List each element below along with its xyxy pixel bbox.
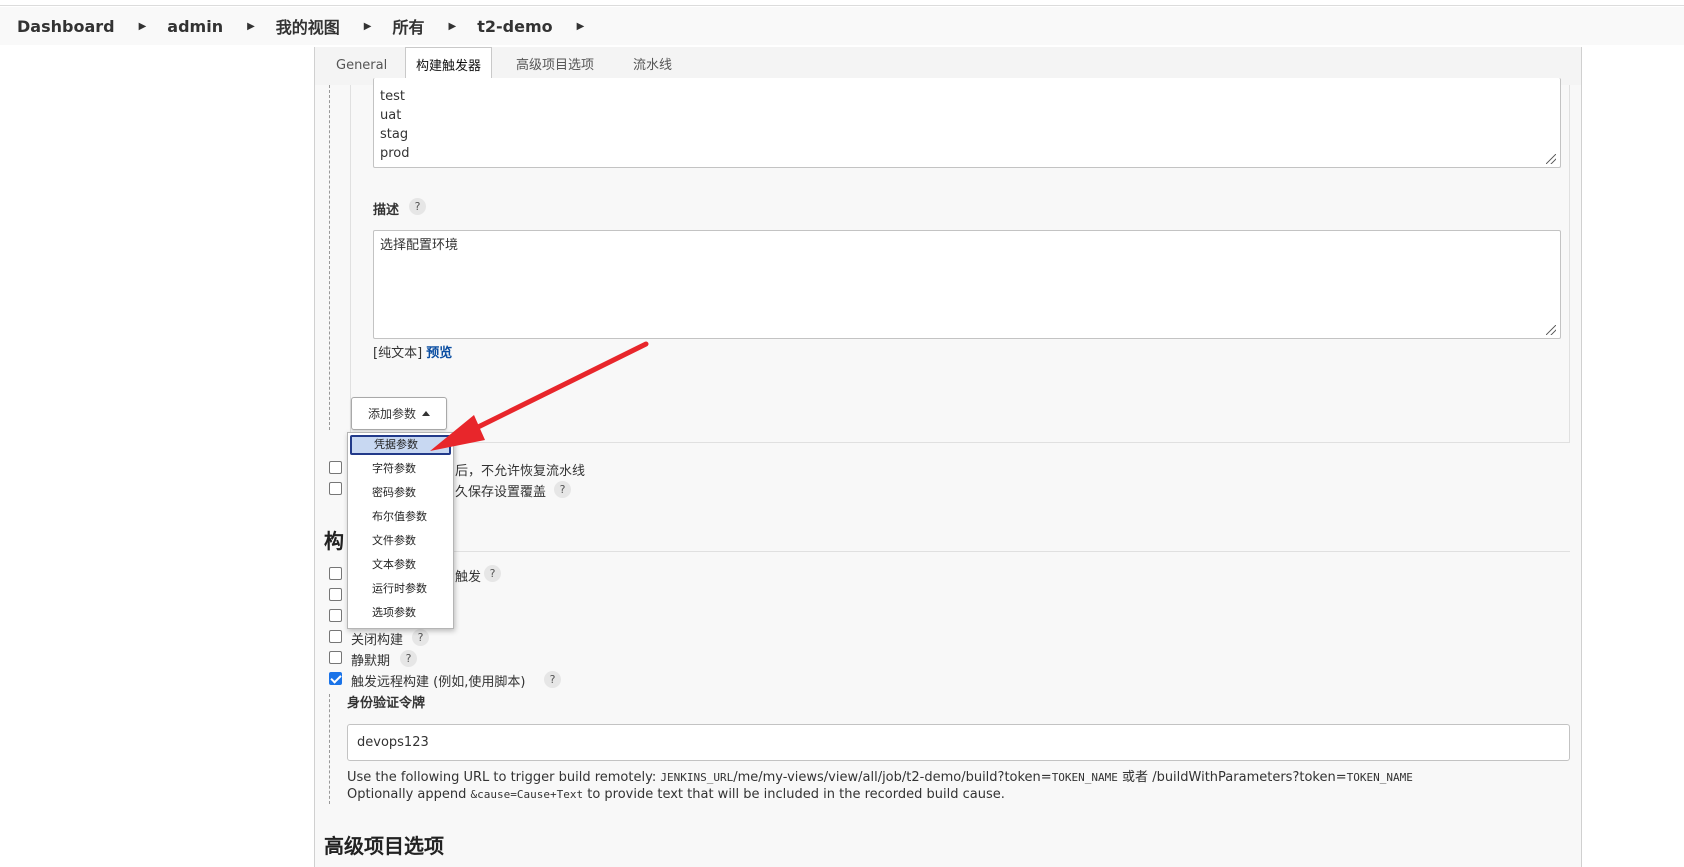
remote-url-help: Use the following URL to trigger build r… (347, 766, 1413, 785)
quiet-period-checkbox[interactable] (329, 651, 342, 664)
description-label: 描述 (373, 203, 400, 218)
add-parameter-button[interactable]: 添加参数 (351, 397, 447, 430)
url-token-alt: TOKEN_NAME (1346, 771, 1413, 784)
description-format: [纯文本] 预览 (373, 342, 452, 361)
url-alt: /buildWithParameters?token= (1152, 770, 1347, 785)
menu-item-text-param[interactable]: 文本参数 (350, 555, 451, 575)
durability-override-checkbox[interactable] (329, 482, 342, 495)
resize-grip-icon[interactable] (1546, 325, 1556, 335)
disable-build-label: 关闭构建 (351, 633, 404, 648)
resize-grip-icon[interactable] (1546, 154, 1556, 164)
trigger-checkbox-3[interactable] (329, 609, 342, 622)
breadcrumb-admin[interactable]: admin (167, 17, 223, 36)
breadcrumb-all[interactable]: 所有 (393, 14, 425, 38)
description-textarea[interactable]: 选择配置环境 (373, 230, 1561, 339)
help-icon[interactable]: ? (412, 629, 429, 646)
durability-override-label: 久保存设置覆盖 (455, 485, 547, 500)
cause-suffix: to provide text that will be included in… (583, 787, 1005, 802)
chevron-right-icon[interactable]: ▶ (139, 21, 147, 32)
add-parameter-menu: 凭据参数 字符参数 密码参数 布尔值参数 文件参数 文本参数 运行时参数 选项参… (347, 432, 454, 629)
cause-code: &cause=Cause+Text (470, 788, 584, 801)
url-path: /me/my-views/view/all/job/t2-demo/build?… (733, 770, 1052, 785)
auth-token-input[interactable]: devops123 (347, 724, 1570, 761)
caret-up-icon (422, 411, 430, 416)
trigger-label-1: 触发 (455, 570, 482, 585)
cause-prefix: Optionally append (347, 787, 471, 802)
auth-token-label: 身份验证令牌 (347, 696, 426, 711)
section-divider (452, 551, 1570, 552)
menu-item-boolean-param[interactable]: 布尔值参数 (350, 507, 451, 527)
help-icon[interactable]: ? (554, 481, 571, 498)
menu-item-file-param[interactable]: 文件参数 (350, 531, 451, 551)
trigger-checkbox-2[interactable] (329, 588, 342, 601)
chevron-right-icon[interactable]: ▶ (449, 21, 457, 32)
advanced-options-title: 高级项目选项 (324, 834, 444, 858)
do-not-allow-resume-label: 后，不允许恢复流水线 (455, 464, 586, 479)
menu-item-choice-param[interactable]: 选项参数 (350, 603, 451, 623)
preview-link[interactable]: 预览 (426, 346, 452, 361)
format-label: [纯文本] (373, 346, 423, 361)
chevron-right-icon[interactable]: ▶ (577, 21, 585, 32)
menu-item-string-param[interactable]: 字符参数 (350, 459, 451, 479)
top-border (0, 0, 1684, 6)
url-token: TOKEN_NAME (1051, 771, 1118, 784)
cause-help: Optionally append &cause=Cause+Text to p… (347, 787, 1005, 802)
remote-trigger-label: 触发远程构建 (例如,使用脚本) (351, 675, 526, 690)
chevron-right-icon[interactable]: ▶ (247, 21, 255, 32)
choices-textarea[interactable]: test uat stag prod (373, 78, 1561, 168)
breadcrumb-job[interactable]: t2-demo (477, 17, 552, 36)
do-not-allow-resume-checkbox[interactable] (329, 461, 342, 474)
menu-item-credentials-param[interactable]: 凭据参数 (350, 435, 451, 455)
url-help-prefix: Use the following URL to trigger build r… (347, 770, 661, 785)
disable-build-checkbox[interactable] (329, 630, 342, 643)
trigger-checkbox-1[interactable] (329, 567, 342, 580)
menu-item-password-param[interactable]: 密码参数 (350, 483, 451, 503)
help-icon[interactable]: ? (400, 650, 417, 667)
section-guide-line (329, 85, 330, 430)
url-env: JENKINS_URL (660, 771, 734, 784)
quiet-period-label: 静默期 (351, 654, 391, 669)
chevron-right-icon[interactable]: ▶ (364, 21, 372, 32)
help-icon[interactable]: ? (484, 565, 501, 582)
breadcrumb-my-views[interactable]: 我的视图 (276, 14, 340, 38)
url-or: 或者 (1117, 770, 1153, 785)
menu-item-run-param[interactable]: 运行时参数 (350, 579, 451, 599)
build-triggers-title: 构 (324, 529, 344, 553)
section-guide-line (329, 694, 330, 804)
breadcrumb: Dashboard ▶ admin ▶ 我的视图 ▶ 所有 ▶ t2-demo … (0, 7, 1684, 45)
breadcrumb-dashboard[interactable]: Dashboard (17, 17, 115, 36)
help-icon[interactable]: ? (409, 198, 426, 215)
add-parameter-label: 添加参数 (367, 407, 416, 421)
remote-trigger-checkbox[interactable] (329, 672, 342, 685)
help-icon[interactable]: ? (544, 671, 561, 688)
